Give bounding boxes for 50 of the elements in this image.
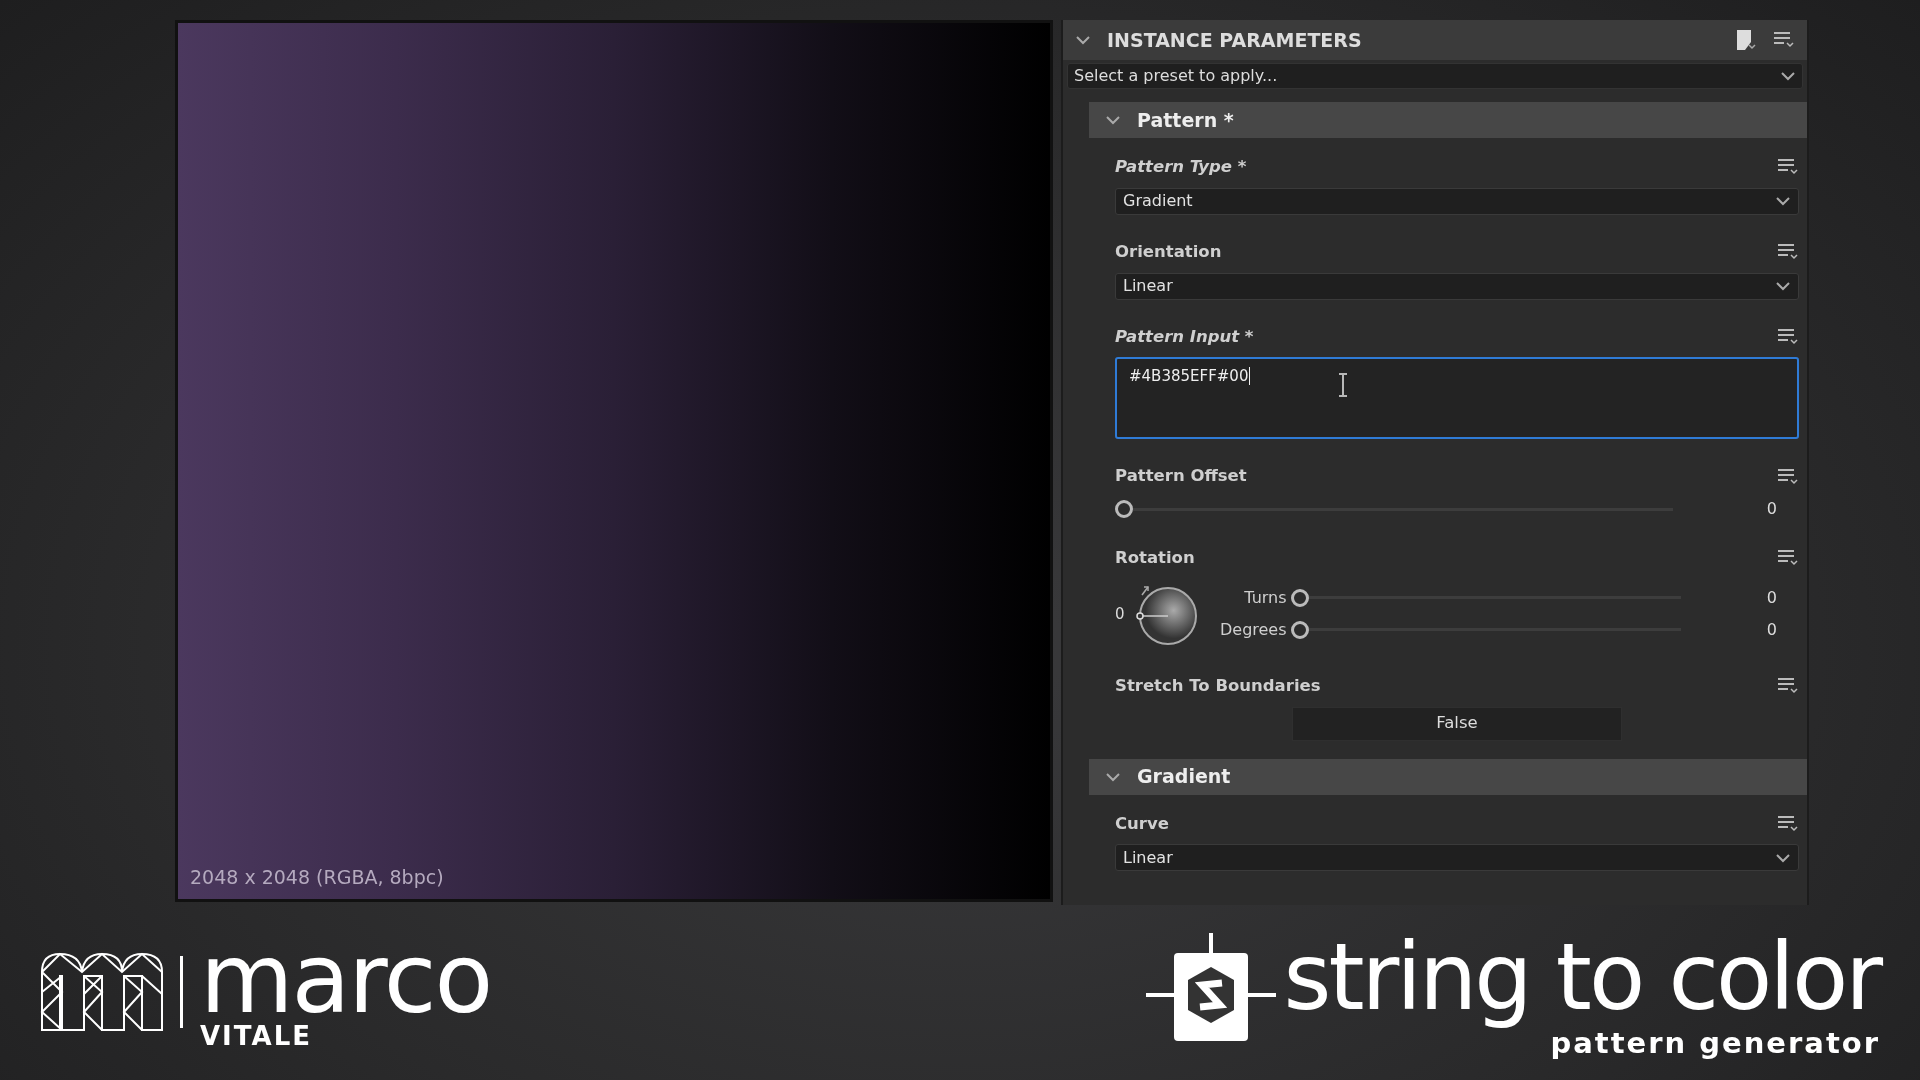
dropdown-field[interactable]: Linear — [1115, 844, 1799, 872]
text-input-field[interactable]: #4B385EFF#00 — [1115, 357, 1799, 440]
menu-icon[interactable] — [1777, 327, 1799, 346]
product-title: string to color — [1283, 927, 1880, 1029]
slider-value: 0 — [1765, 618, 1777, 641]
chevron-down-icon[interactable] — [1780, 71, 1796, 81]
menu-icon[interactable] — [1777, 814, 1799, 833]
menu-icon[interactable] — [1777, 243, 1799, 262]
chevron-down-icon[interactable] — [1775, 281, 1791, 291]
parameter-label: Orientation — [1115, 240, 1222, 263]
parameter-label: Pattern Offset — [1115, 465, 1247, 488]
slider-value: 0 — [1765, 498, 1777, 520]
preset-icon[interactable] — [1735, 28, 1757, 52]
group-title: Pattern * — [1137, 107, 1234, 133]
chevron-down-icon[interactable] — [1075, 35, 1091, 45]
dropdown-field[interactable]: Gradient — [1115, 187, 1799, 215]
chevron-down-icon[interactable] — [1775, 852, 1791, 863]
slider-label: Degrees — [1218, 618, 1287, 641]
preset-dropdown[interactable]: Select a preset to apply... — [1067, 63, 1803, 89]
author-surname: VITALE — [200, 1022, 313, 1049]
parameter-label: Pattern Input * — [1115, 325, 1254, 348]
dial-value: 0 — [1115, 603, 1125, 625]
slider-thumb[interactable] — [1115, 500, 1133, 518]
menu-icon[interactable] — [1777, 677, 1799, 696]
group-header[interactable]: Pattern * — [1089, 102, 1807, 138]
menu-icon[interactable] — [1777, 467, 1799, 486]
dropdown-field[interactable]: Linear — [1115, 272, 1799, 300]
product-tagline: pattern generator — [1550, 1028, 1880, 1058]
text-cursor-icon — [1337, 373, 1349, 398]
parameter-label: Curve — [1115, 812, 1169, 835]
menu-icon[interactable] — [1773, 31, 1795, 49]
panel-title: INSTANCE PARAMETERS — [1107, 27, 1363, 53]
chevron-down-icon[interactable] — [1105, 771, 1121, 782]
slider-value: 0 — [1765, 586, 1777, 609]
parameter-label: Rotation — [1115, 547, 1195, 569]
author-logo-icon — [40, 952, 164, 1033]
group-title: Gradient — [1137, 764, 1231, 790]
slider-label: Turns — [1243, 586, 1287, 609]
slider-thumb[interactable] — [1290, 620, 1309, 639]
group-header[interactable]: Gradient — [1089, 758, 1807, 795]
parameter-label: Stretch To Boundaries — [1115, 674, 1321, 697]
menu-icon[interactable] — [1777, 158, 1799, 177]
parameter-label: Pattern Type * — [1115, 156, 1247, 178]
menu-icon[interactable] — [1777, 549, 1799, 568]
slider-thumb[interactable] — [1290, 588, 1309, 607]
toggle-button[interactable]: False — [1292, 706, 1622, 741]
image-info-text: 2048 x 2048 (RGBA, 8bpc) — [190, 864, 444, 890]
chevron-down-icon[interactable] — [1105, 115, 1121, 125]
author-name: marco — [200, 936, 492, 1023]
chevron-down-icon[interactable] — [1775, 196, 1791, 207]
